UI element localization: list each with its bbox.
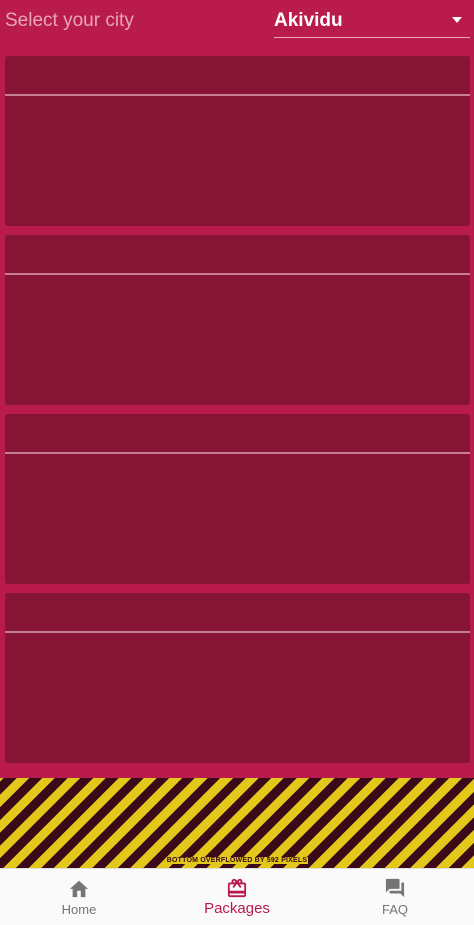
package-card[interactable] [5, 593, 470, 763]
city-selector-label: Select your city [5, 10, 134, 31]
forum-icon [385, 878, 405, 898]
overflow-warning-stripes [0, 778, 474, 868]
home-icon [69, 880, 89, 898]
bottom-navigation-bar: Home Packages FAQ [0, 868, 474, 925]
card-giftcard-icon [227, 878, 247, 898]
nav-item-faq-label: FAQ [381, 902, 408, 917]
card-divider [5, 273, 470, 275]
card-divider [5, 94, 470, 96]
city-dropdown-value: Akividu [274, 10, 343, 31]
city-selector-bar: Select your city Akividu [0, 0, 474, 48]
nav-item-home[interactable]: Home [19, 869, 139, 925]
nav-item-packages[interactable]: Packages [177, 869, 297, 925]
card-divider [5, 452, 470, 454]
arrow-drop-down-icon [452, 17, 462, 23]
nav-item-packages-label: Packages [204, 900, 270, 917]
package-card[interactable] [5, 414, 470, 584]
card-divider [5, 631, 470, 633]
package-card[interactable] [5, 235, 470, 405]
overflow-warning-text: BOTTOM OVERFLOWED BY 592 PIXELS [0, 857, 474, 864]
nav-item-home-label: Home [61, 902, 97, 917]
overflow-warning-label: BOTTOM OVERFLOWED BY 592 PIXELS [165, 857, 309, 864]
package-card[interactable] [5, 56, 470, 226]
city-dropdown[interactable]: Akividu [274, 0, 470, 38]
nav-item-faq[interactable]: FAQ [335, 869, 455, 925]
